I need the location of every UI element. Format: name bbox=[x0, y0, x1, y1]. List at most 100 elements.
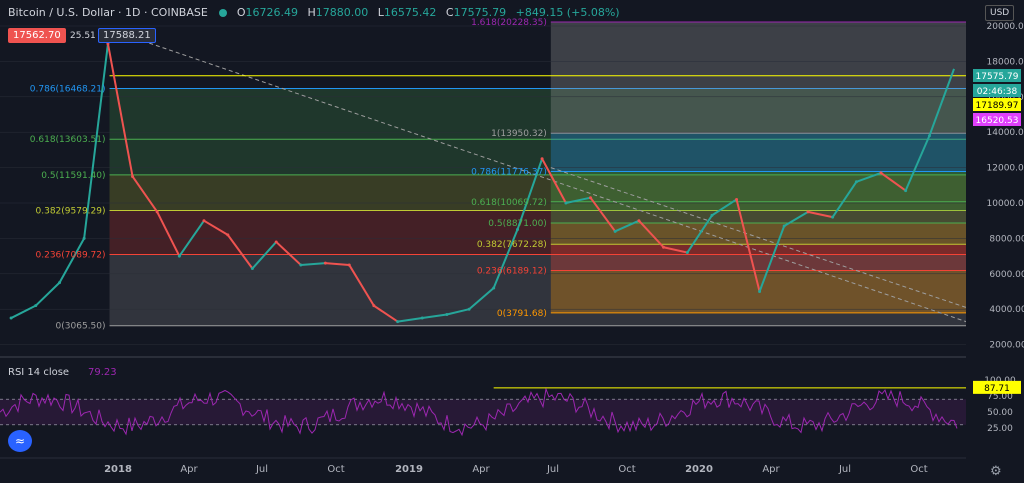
price-segment bbox=[35, 281, 61, 307]
close-key: C bbox=[445, 6, 454, 19]
price-point bbox=[613, 229, 617, 233]
price-point bbox=[685, 251, 689, 255]
price-point bbox=[927, 134, 931, 138]
fib-label: 0.236(7089.72) bbox=[36, 251, 106, 261]
price-tick: 14000.00 bbox=[987, 128, 1024, 138]
ask-price-badge[interactable]: 17588.21 bbox=[98, 28, 156, 43]
price-point bbox=[155, 210, 159, 214]
fib-zone bbox=[550, 133, 966, 172]
fib-label: 0.236(6189.12) bbox=[477, 266, 547, 276]
open-key: O bbox=[236, 6, 246, 19]
price-point bbox=[710, 213, 714, 217]
fib-label: 0.382(7672.28) bbox=[477, 240, 547, 250]
price-label: 17189.97 bbox=[976, 101, 1019, 111]
rsi-tick: 25.00 bbox=[987, 424, 1013, 434]
low-value: 16575.42 bbox=[383, 6, 437, 19]
fib-label: 0.5(11591.40) bbox=[41, 171, 105, 181]
price-point bbox=[372, 304, 376, 308]
price-point bbox=[806, 210, 810, 214]
price-point bbox=[904, 189, 908, 193]
pane-separator[interactable] bbox=[0, 356, 966, 358]
spread-label: 25.51 bbox=[70, 31, 96, 41]
tradingview-logo-icon[interactable]: ≈ bbox=[8, 430, 32, 452]
time-tick: Oct bbox=[910, 464, 927, 475]
interval-label[interactable]: 1D bbox=[125, 6, 140, 19]
fib-zone bbox=[550, 201, 966, 223]
currency-button[interactable]: USD bbox=[985, 5, 1015, 21]
price-point bbox=[879, 171, 883, 175]
time-axis: 2018 Apr Jul Oct 2019 Apr Jul Oct 2020 Apr Jul Oct bbox=[0, 457, 966, 475]
time-tick: Jul bbox=[255, 464, 268, 475]
time-tick: Apr bbox=[762, 464, 780, 475]
symbol-name[interactable]: Bitcoin / U.S. Dollar bbox=[8, 6, 115, 19]
time-tick: Apr bbox=[472, 464, 490, 475]
fib-label: 0.382(9579.29) bbox=[36, 206, 106, 216]
rsi-panel: RSI 14 close79.23100.0075.0050.0025.0087… bbox=[0, 367, 1021, 437]
fib-label: 0.618(13603.51) bbox=[30, 135, 106, 145]
low-key: L bbox=[377, 6, 384, 19]
time-tick: 2019 bbox=[395, 464, 423, 475]
price-point bbox=[467, 307, 471, 311]
price-point bbox=[274, 240, 278, 244]
price-point bbox=[58, 281, 62, 285]
price-chart[interactable]: 0.786(16468.21) 0.618(13603.51) 0.5(11591.… bbox=[0, 0, 1024, 483]
fib-label: 1.618(20228.35) bbox=[471, 18, 547, 28]
price-tick: 20000.00 bbox=[987, 22, 1024, 32]
rsi-marker: 87.71 bbox=[984, 384, 1010, 394]
price-tick: 12000.00 bbox=[987, 164, 1024, 174]
fib-label: 0.786(16468.21) bbox=[30, 85, 106, 95]
time-tick: Apr bbox=[180, 464, 198, 475]
price-point bbox=[831, 215, 835, 219]
open-value: 16726.49 bbox=[245, 6, 299, 19]
time-tick: Jul bbox=[838, 464, 851, 475]
bid-price-badge[interactable]: 17562.70 bbox=[8, 28, 66, 43]
price-point bbox=[637, 219, 641, 223]
price-point bbox=[540, 157, 544, 161]
price-point bbox=[492, 286, 496, 290]
price-point bbox=[9, 316, 13, 320]
fib-label: 0.786(11776.37) bbox=[471, 168, 547, 178]
price-point bbox=[782, 224, 786, 228]
price-point bbox=[299, 263, 303, 267]
price-point bbox=[177, 254, 181, 258]
fib-zone bbox=[550, 222, 966, 245]
price-point bbox=[854, 180, 858, 184]
time-tick: Oct bbox=[618, 464, 635, 475]
price-point bbox=[420, 316, 424, 320]
price-tick: 10000.00 bbox=[987, 199, 1024, 209]
fib-label: 1(13950.32) bbox=[491, 129, 547, 139]
time-tick: Jul bbox=[546, 464, 559, 475]
fib-zone bbox=[550, 171, 966, 202]
rsi-title: RSI 14 close bbox=[8, 367, 69, 378]
fib-zone bbox=[550, 244, 966, 271]
fib-zone bbox=[550, 21, 966, 134]
rsi-band bbox=[0, 399, 966, 425]
price-tick: 6000.00 bbox=[989, 270, 1024, 280]
price-point bbox=[202, 219, 206, 223]
price-point bbox=[250, 266, 254, 270]
fib-label: 0.5(8871.00) bbox=[488, 219, 547, 229]
gear-icon[interactable]: ⚙ bbox=[990, 464, 1002, 479]
rsi-value: 79.23 bbox=[88, 367, 117, 378]
high-key: H bbox=[307, 6, 316, 19]
price-point bbox=[226, 233, 230, 237]
time-tick: 2020 bbox=[685, 464, 713, 475]
time-tick: Oct bbox=[327, 464, 344, 475]
price-label: 16520.53 bbox=[976, 116, 1019, 126]
rsi-tick: 50.00 bbox=[987, 408, 1013, 418]
price-tick: 8000.00 bbox=[989, 234, 1024, 244]
change-value: +849.15 (+5.08%) bbox=[515, 6, 620, 19]
price-point bbox=[347, 263, 351, 267]
price-point bbox=[589, 196, 593, 200]
price-label: 02:46:38 bbox=[977, 87, 1018, 97]
price-label: 17575.79 bbox=[976, 72, 1019, 82]
market-status-icon bbox=[219, 9, 228, 17]
price-point bbox=[662, 245, 666, 249]
price-segment bbox=[58, 237, 86, 284]
chart-header: Bitcoin / U.S. Dollar · 1D · COINBASE O1… bbox=[8, 6, 620, 19]
price-tick: 4000.00 bbox=[989, 305, 1024, 315]
exchange-label: COINBASE bbox=[151, 6, 208, 19]
price-point bbox=[82, 236, 86, 240]
price-point bbox=[735, 197, 739, 201]
price-point bbox=[323, 261, 327, 265]
